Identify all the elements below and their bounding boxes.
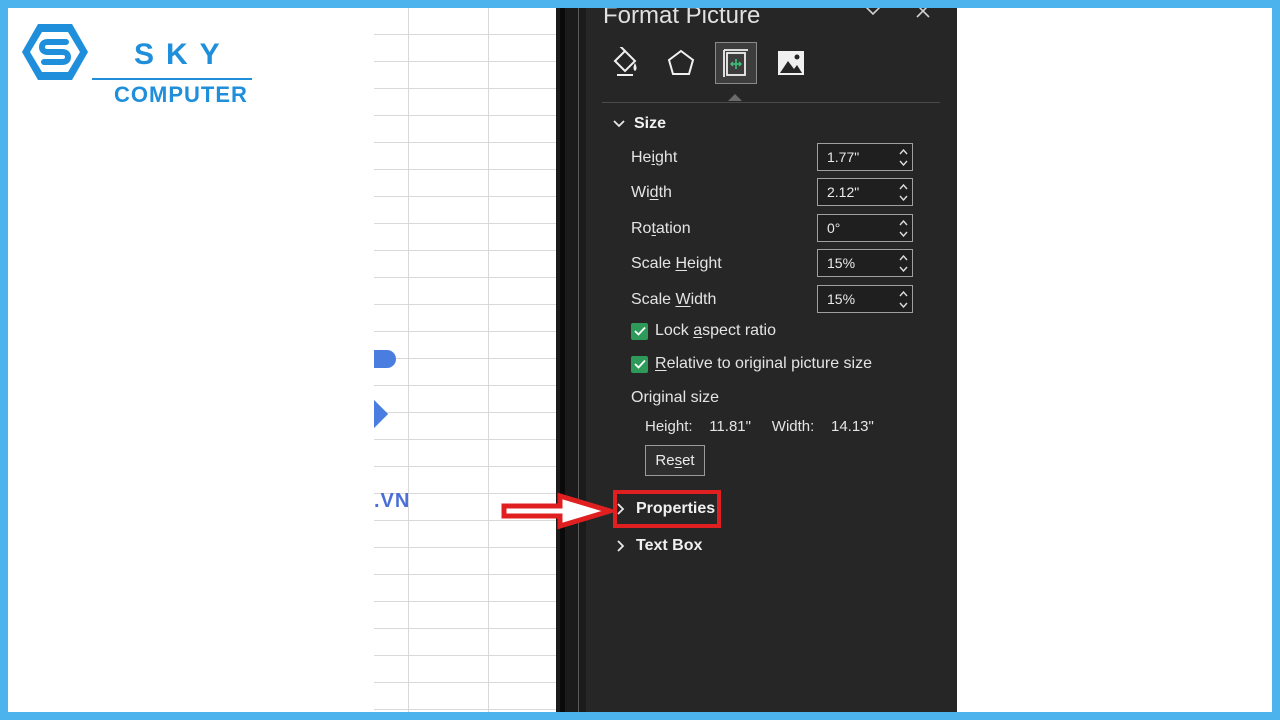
pane-splitter[interactable]: [556, 8, 586, 712]
increment-button[interactable]: [898, 146, 908, 157]
width-spinner[interactable]: 2.12": [817, 178, 913, 206]
logo-mark-icon: [22, 24, 88, 80]
width-value[interactable]: 2.12": [818, 184, 894, 200]
decrement-button[interactable]: [898, 157, 908, 168]
original-size-label: Original size: [631, 389, 720, 406]
tab-size-properties[interactable]: [715, 42, 757, 84]
properties-highlight-box: [613, 490, 721, 528]
annotation-arrow-icon: [501, 492, 616, 530]
tabs-separator: [602, 102, 940, 103]
logo-divider: [92, 78, 252, 80]
reset-button[interactable]: Re s et: [645, 445, 705, 476]
textbox-section-label: Text Box: [636, 537, 703, 554]
lock-aspect-ratio-label: Lock aspect ratio: [655, 322, 776, 339]
spreadsheet-grid[interactable]: .VN: [374, 8, 556, 712]
scale-width-spinner[interactable]: 15%: [817, 285, 913, 313]
size-section-label: Size: [634, 115, 667, 132]
height-spinner[interactable]: 1.77": [817, 143, 913, 171]
format-picture-pane: Format Picture Size Height 1.77" Width 2…: [586, 8, 957, 712]
size-properties-icon: [723, 49, 748, 77]
chevron-down-icon: [612, 117, 626, 131]
chevron-down-icon: [865, 8, 881, 16]
height-label: Height: [631, 149, 678, 166]
picture-icon: [778, 51, 804, 75]
chevron-down-icon: [898, 266, 908, 272]
pane-options-button[interactable]: [862, 8, 884, 22]
logo-brand-text: SKY: [134, 38, 232, 71]
checkmark-icon: [633, 326, 646, 336]
close-pane-button[interactable]: [912, 8, 934, 22]
active-tab-indicator: [728, 94, 742, 101]
lock-aspect-ratio-checkbox[interactable]: Lock aspect ratio: [631, 322, 776, 340]
rotation-value[interactable]: 0°: [818, 220, 894, 236]
decrement-button[interactable]: [898, 299, 908, 310]
rotation-spinner[interactable]: 0°: [817, 214, 913, 242]
scale-height-value[interactable]: 15%: [818, 255, 894, 271]
chevron-up-icon: [898, 219, 908, 225]
scale-width-value[interactable]: 15%: [818, 291, 894, 307]
sky-computer-logo: SKY COMPUTER: [22, 22, 252, 106]
increment-button[interactable]: [898, 181, 908, 192]
tab-effects[interactable]: [660, 42, 702, 84]
size-section-header[interactable]: Size: [612, 115, 666, 133]
height-value[interactable]: 1.77": [818, 149, 894, 165]
original-height-label: Height:: [645, 418, 693, 435]
close-icon: [916, 8, 930, 18]
chevron-up-icon: [898, 183, 908, 189]
shape-fragment: [374, 350, 396, 368]
decrement-button[interactable]: [898, 263, 908, 274]
chevron-down-icon: [898, 231, 908, 237]
effects-pentagon-icon: [667, 49, 695, 75]
original-width-value: 14.13": [830, 418, 874, 435]
rotation-label: Rotation: [631, 220, 691, 237]
checkbox-box[interactable]: [631, 355, 648, 373]
relative-to-original-label: Relative to original picture size: [655, 355, 872, 372]
chevron-down-icon: [898, 160, 908, 166]
tab-picture[interactable]: [770, 42, 812, 84]
original-height-value: 11.81": [709, 418, 751, 435]
relative-to-original-checkbox[interactable]: Relative to original picture size: [631, 355, 872, 373]
original-width-label: Width:: [771, 418, 815, 435]
checkbox-box[interactable]: [631, 322, 648, 340]
chevron-down-icon: [898, 195, 908, 201]
tab-fill-line[interactable]: [604, 42, 646, 84]
picture-text-fragment: .VN: [374, 490, 411, 512]
chevron-right-icon: [614, 539, 628, 553]
decrement-button[interactable]: [898, 228, 908, 239]
chevron-up-icon: [898, 290, 908, 296]
increment-button[interactable]: [898, 252, 908, 263]
fill-line-icon: [613, 47, 637, 76]
decrement-button[interactable]: [898, 192, 908, 203]
shape-fragment: [374, 399, 389, 429]
checkmark-icon: [633, 359, 646, 369]
original-size-values: Height: 11.81" Width: 14.13": [645, 418, 874, 435]
increment-button[interactable]: [898, 288, 908, 299]
pane-title: Format Picture: [603, 8, 761, 29]
scale-width-label: Scale Width: [631, 291, 717, 308]
chevron-down-icon: [898, 302, 908, 308]
scale-height-label: Scale Height: [631, 255, 722, 272]
textbox-section-header[interactable]: Text Box: [614, 537, 702, 555]
logo-sub-text: COMPUTER: [114, 82, 248, 107]
width-label: Width: [631, 184, 672, 201]
chevron-up-icon: [898, 254, 908, 260]
scale-height-spinner[interactable]: 15%: [817, 249, 913, 277]
increment-button[interactable]: [898, 217, 908, 228]
chevron-up-icon: [898, 148, 908, 154]
